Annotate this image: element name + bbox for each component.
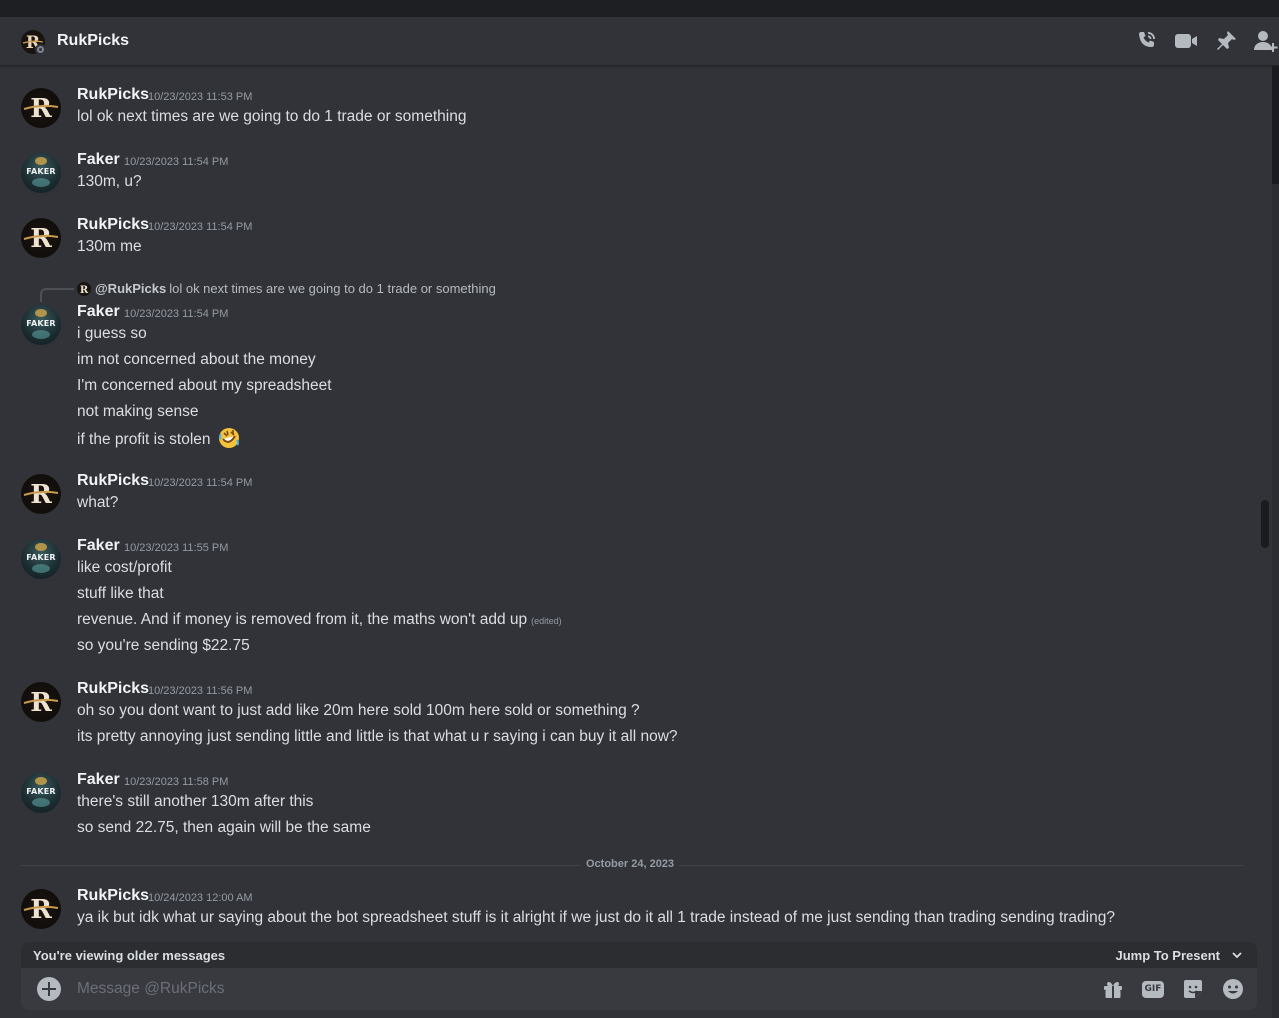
chevron-down-icon[interactable] [1231,949,1243,961]
message-text: its pretty annoying just sending little … [77,728,678,745]
edited-label: (edited) [531,616,562,626]
message-author[interactable]: Faker [77,303,120,321]
svg-text:R: R [30,895,52,925]
message-text: 130m me [77,238,142,255]
plus-icon[interactable] [37,977,61,1001]
rukpicks-logo-icon: R [23,895,59,925]
message-author[interactable]: RukPicks [77,680,149,698]
message-timestamp: 10/23/2023 11:56 PM [148,685,253,697]
message-text: stuff like that [77,585,164,602]
message-author[interactable]: RukPicks [77,887,149,905]
message-text: ya ik but idk what ur saying about the b… [77,909,1115,926]
message-text: im not concerned about the money [77,351,316,368]
author-avatar[interactable]: R [21,88,61,128]
rofl-emoji-icon[interactable] [218,427,240,449]
messages-scrollbar-thumb[interactable] [1261,500,1269,548]
date-divider-label: October 24, 2023 [581,858,680,870]
author-avatar[interactable]: FAKER [21,153,61,193]
avatar-label: FAKER [26,553,56,562]
author-avatar[interactable]: FAKER [21,305,61,345]
message-text: I'm concerned about my spreadsheet [77,377,332,394]
message-text-part: revenue. And if money is removed from it… [77,611,528,628]
message-timestamp: 10/23/2023 11:54 PM [148,221,253,233]
page-scrollbar[interactable] [1272,66,1279,1018]
reply-avatar: R [77,281,91,296]
window-titlebar [0,0,1279,17]
message-timestamp: 10/23/2023 11:54 PM [124,308,229,320]
gif-label: GIF [1142,980,1164,998]
reply-preview[interactable]: R @RukPicks lol ok next times are we goin… [77,281,496,299]
message-text: like cost/profit [77,559,172,576]
message-text: so you're sending $22.75 [77,637,250,654]
dm-header: R RukPicks [0,17,1279,66]
message-author[interactable]: Faker [77,771,120,789]
svg-text:R: R [30,480,52,510]
message-timestamp: 10/23/2023 11:53 PM [148,91,253,103]
svg-text:R: R [30,688,52,718]
rukpicks-logo-icon: R [23,480,59,510]
message-timestamp: 10/23/2023 11:54 PM [148,477,253,489]
message-text: not making sense [77,403,199,420]
message-composer: GIF [21,968,1257,1010]
message-text: what? [77,494,119,511]
reply-author[interactable]: @RukPicks [95,281,166,296]
message-text: lol ok next times are we going to do 1 t… [77,108,467,125]
phone-call-icon[interactable] [1133,28,1159,54]
header-username[interactable]: RukPicks [57,32,129,50]
message-timestamp: 10/23/2023 11:58 PM [124,776,229,788]
sticker-icon[interactable] [1181,977,1205,1001]
emoji-icon[interactable] [1221,977,1245,1001]
header-avatar[interactable]: R [21,30,47,56]
reply-text: lol ok next times are we going to do 1 t… [169,281,496,296]
pin-icon[interactable] [1213,28,1239,54]
svg-text:R: R [30,224,52,254]
message-text: 130m, u? [77,173,142,190]
message-text: so send 22.75, then again will be the sa… [77,819,371,836]
rukpicks-logo-icon: R [23,688,59,718]
message-timestamp: 10/23/2023 11:54 PM [124,156,229,168]
page-scrollbar-thumb[interactable] [1272,66,1279,184]
rukpicks-logo-icon: R [23,94,59,124]
avatar-label: FAKER [26,787,56,796]
message-author[interactable]: RukPicks [77,472,149,490]
offline-status-icon [35,44,46,55]
author-avatar[interactable]: R [21,889,61,929]
svg-text:R: R [30,94,52,124]
older-messages-text: You're viewing older messages [33,948,226,963]
message-text-part: if the profit is stolen [77,431,211,449]
svg-text:R: R [80,285,89,296]
author-avatar[interactable]: R [21,218,61,258]
author-avatar[interactable]: FAKER [21,773,61,813]
add-friend-icon[interactable] [1253,28,1279,54]
author-avatar[interactable]: R [21,474,61,514]
message-text: if the profit is stolen [77,427,240,451]
message-text: i guess so [77,325,147,342]
message-author[interactable]: RukPicks [77,86,149,104]
message-text: there's still another 130m after this [77,793,314,810]
rukpicks-logo-icon: R [23,224,59,254]
author-avatar[interactable]: FAKER [21,539,61,579]
message-text: oh so you dont want to just add like 20m… [77,702,640,719]
message-author[interactable]: RukPicks [77,216,149,234]
message-input[interactable] [77,978,1077,1000]
video-call-icon[interactable] [1173,28,1199,54]
message-timestamp: 10/24/2023 12:00 AM [148,892,253,904]
gift-icon[interactable] [1101,977,1125,1001]
older-messages-bar: You're viewing older messages Jump To Pr… [21,942,1257,968]
message-author[interactable]: Faker [77,537,120,555]
avatar-label: FAKER [26,319,56,328]
reply-spine [40,288,74,302]
jump-to-present-button[interactable]: Jump To Present [1115,948,1220,963]
author-avatar[interactable]: R [21,682,61,722]
gif-icon[interactable]: GIF [1141,977,1165,1001]
message-author[interactable]: Faker [77,151,120,169]
message-text: revenue. And if money is removed from it… [77,611,562,629]
avatar-label: FAKER [26,167,56,176]
message-timestamp: 10/23/2023 11:55 PM [124,542,229,554]
